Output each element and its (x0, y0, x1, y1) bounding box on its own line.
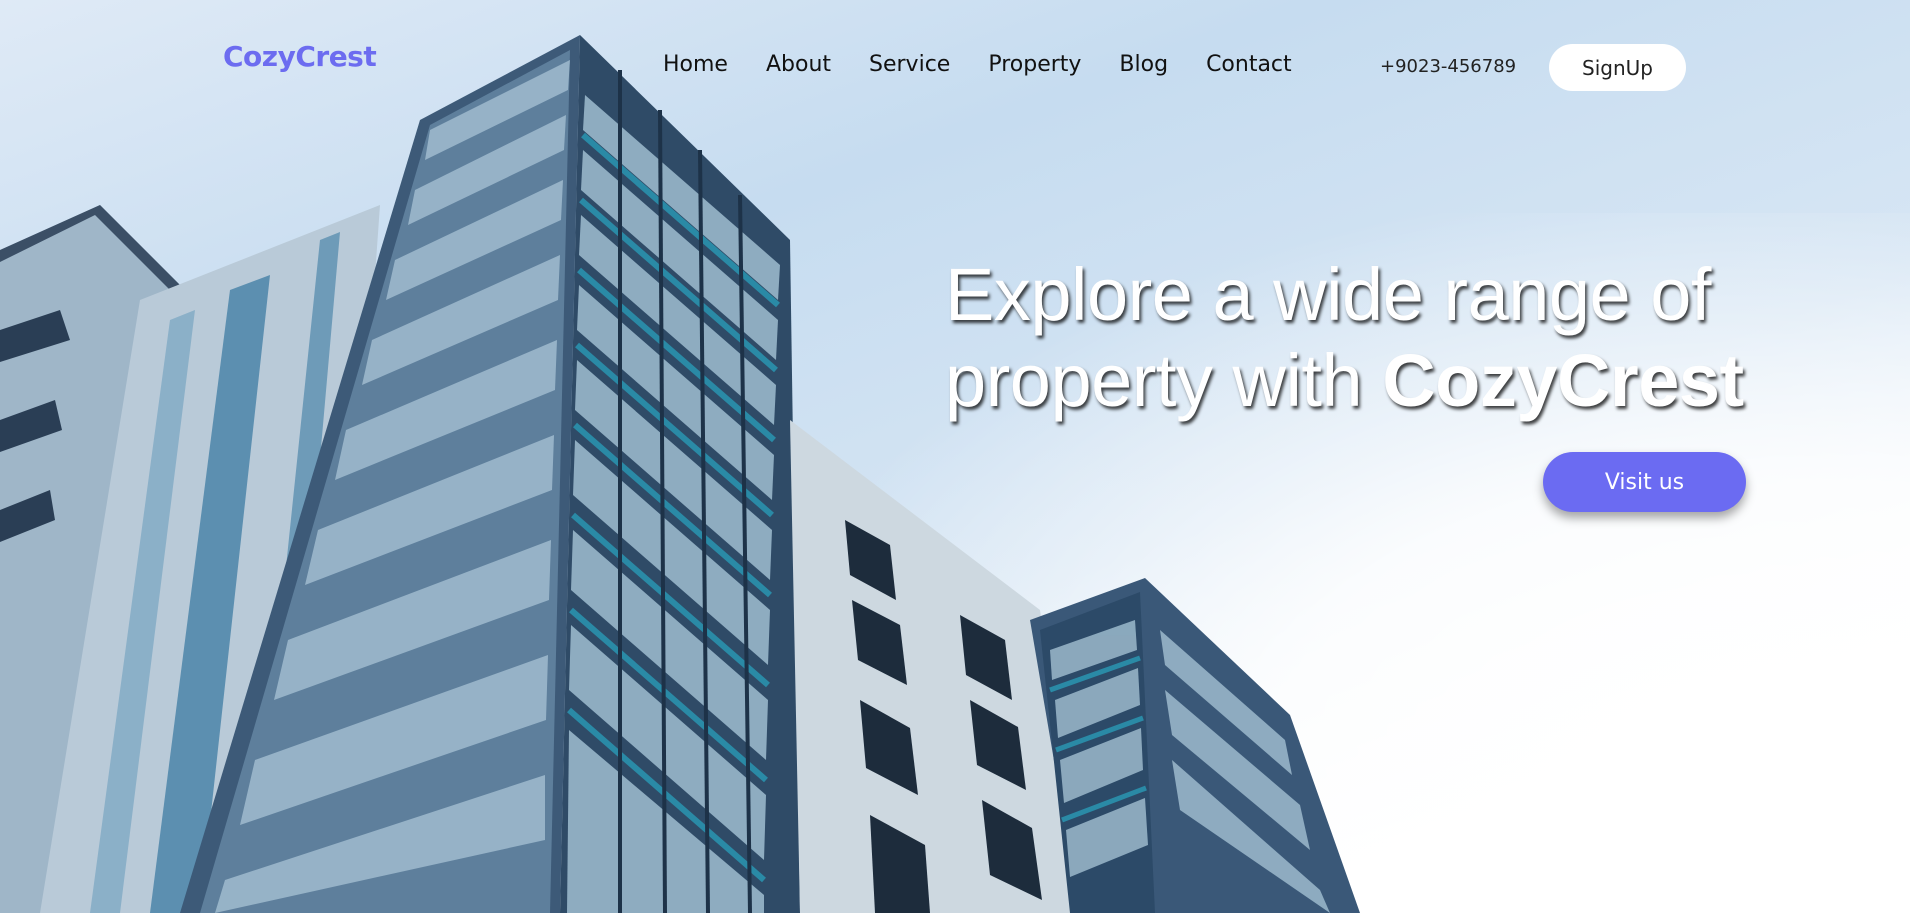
hero-headline: Explore a wide range of property with Co… (945, 252, 1845, 424)
headline-line-1: Explore a wide range of (945, 253, 1711, 336)
nav-item-blog[interactable]: Blog (1119, 52, 1168, 77)
visit-us-button[interactable]: Visit us (1543, 452, 1746, 512)
top-navigation: CozyCrest Home About Service Property Bl… (0, 0, 1910, 100)
hero-section: CozyCrest Home About Service Property Bl… (0, 0, 1910, 913)
nav-item-service[interactable]: Service (869, 52, 950, 77)
nav-item-about[interactable]: About (766, 52, 831, 77)
headline-line-2: property with (945, 339, 1383, 422)
nav-menu: Home About Service Property Blog Contact (663, 52, 1292, 77)
phone-number[interactable]: +9023-456789 (1380, 56, 1516, 77)
brand-logo[interactable]: CozyCrest (223, 40, 377, 73)
signup-button[interactable]: SignUp (1549, 44, 1686, 91)
nav-item-property[interactable]: Property (988, 52, 1081, 77)
nav-item-contact[interactable]: Contact (1206, 52, 1292, 77)
nav-item-home[interactable]: Home (663, 52, 728, 77)
headline-brand: CozyCrest (1382, 339, 1744, 422)
